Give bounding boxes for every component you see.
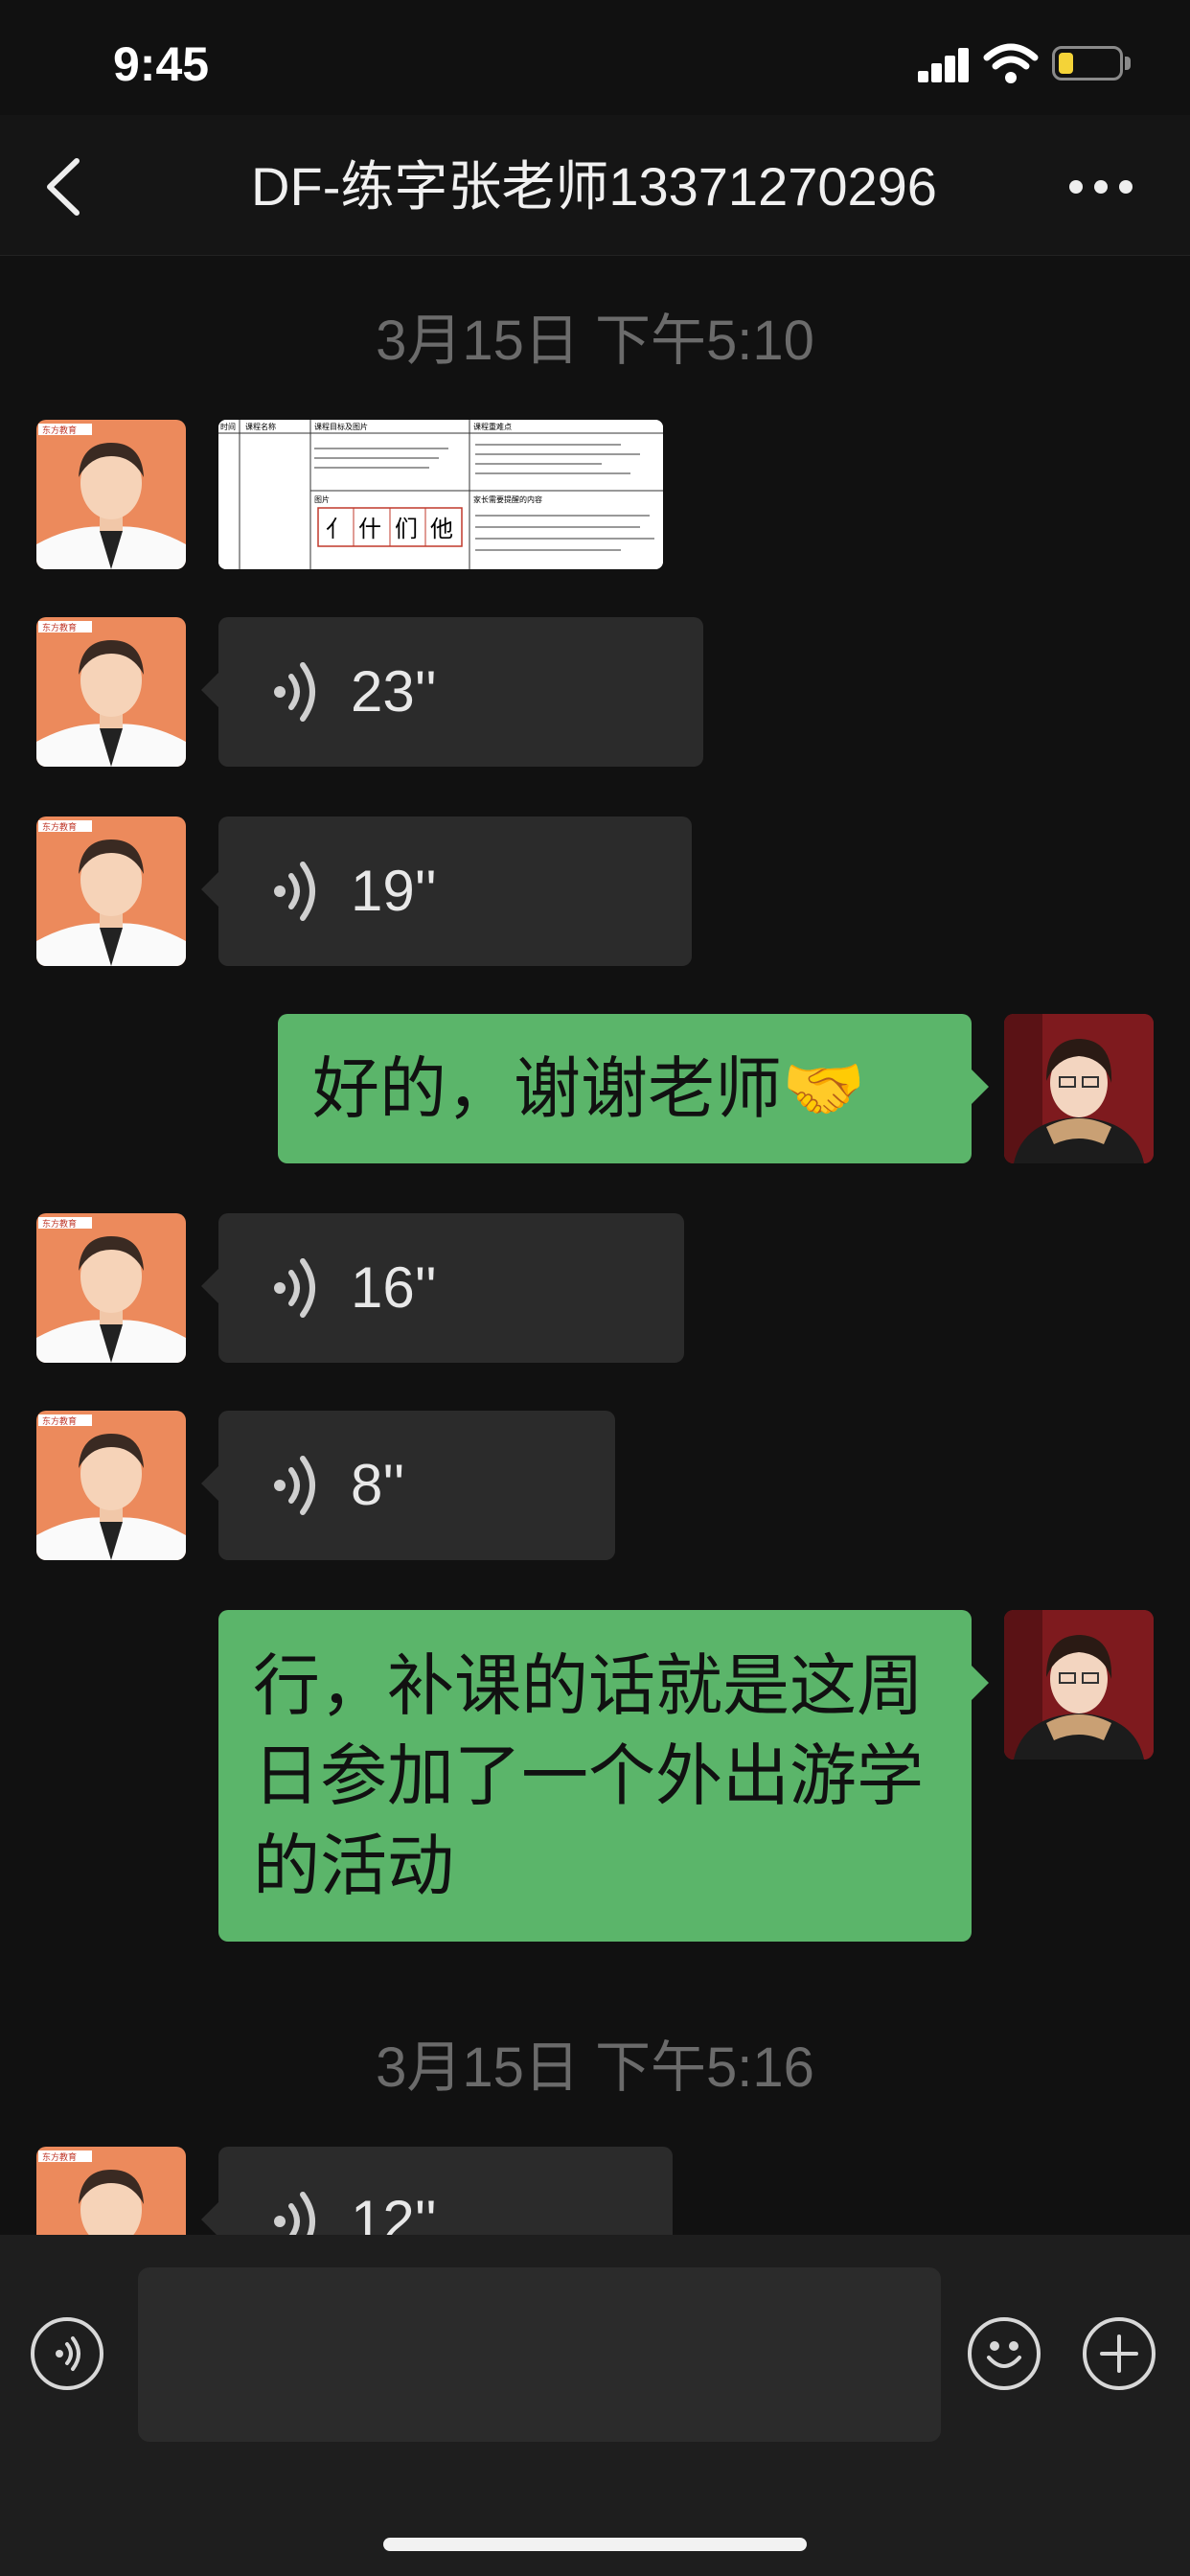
teacher-portrait-icon: 东方教育 xyxy=(36,1414,186,1560)
svg-text:东方教育: 东方教育 xyxy=(42,2151,77,2163)
table-header: 课程重难点 xyxy=(473,422,512,431)
teacher-avatar[interactable]: 东方教育 xyxy=(36,816,186,966)
svg-text:东方教育: 东方教育 xyxy=(42,622,77,633)
message-text: 行，补课的话就是这周日参加了一个外出游学的活动 xyxy=(253,1648,924,1903)
timestamp: 3月15日 下午5:16 xyxy=(376,2036,814,2099)
svg-text:东方教育: 东方教育 xyxy=(42,1415,77,1427)
teacher-portrait-icon: 东方教育 xyxy=(36,424,186,569)
table-label: 家长需要提醒的内容 xyxy=(473,494,542,504)
my-avatar[interactable] xyxy=(1004,1014,1154,1163)
voice-wave-icon xyxy=(274,1258,315,1318)
status-time: 9:45 xyxy=(113,37,210,91)
table-char: 什 xyxy=(358,516,381,542)
course-table-thumbnail: 时间 课程名称 课程目标及图片 课程重难点 图片 亻 什 们 他 家长需要提醒的… xyxy=(218,420,663,569)
battery-tip xyxy=(1125,57,1131,70)
teacher-avatar[interactable]: 东方教育 xyxy=(36,420,186,569)
svg-text:东方教育: 东方教育 xyxy=(42,1218,77,1230)
cellular-signal-icon xyxy=(918,48,970,82)
teacher-portrait-icon: 东方教育 xyxy=(36,820,186,966)
voice-wave-icon xyxy=(274,862,315,921)
table-char: 们 xyxy=(395,516,418,542)
self-portrait-icon xyxy=(1004,1014,1154,1163)
voice-duration: 23'' xyxy=(351,659,437,724)
more-options-icon[interactable] xyxy=(1064,172,1140,201)
teacher-portrait-icon: 东方教育 xyxy=(36,1217,186,1363)
voice-message[interactable]: 19'' xyxy=(201,816,692,966)
svg-text:东方教育: 东方教育 xyxy=(42,821,77,833)
battery-icon xyxy=(1052,46,1123,80)
emoji-icon[interactable] xyxy=(968,2317,1041,2390)
table-header: 时间 xyxy=(220,422,236,431)
back-chevron-icon[interactable] xyxy=(38,153,96,220)
voice-duration: 8'' xyxy=(351,1453,405,1517)
voice-wave-icon xyxy=(274,1456,315,1515)
voice-input-icon[interactable] xyxy=(31,2317,103,2390)
wifi-icon xyxy=(983,43,1039,83)
avatar-brand-text: 东方教育 xyxy=(42,425,77,436)
voice-message[interactable]: 23'' xyxy=(201,617,703,767)
image-message[interactable]: 时间 课程名称 课程目标及图片 课程重难点 图片 亻 什 们 他 家长需要提醒的… xyxy=(218,420,663,569)
teacher-avatar[interactable]: 东方教育 xyxy=(36,617,186,767)
voice-wave-icon xyxy=(274,662,315,722)
table-label: 图片 xyxy=(314,494,330,504)
chat-title: DF-练字张老师13371270296 xyxy=(251,156,937,217)
voice-message[interactable]: 8'' xyxy=(201,1411,615,1560)
sent-text-message[interactable]: 行，补课的话就是这周日参加了一个外出游学的活动 xyxy=(218,1610,989,1942)
voice-message[interactable]: 16'' xyxy=(201,1213,684,1363)
table-header: 课程目标及图片 xyxy=(314,422,368,431)
teacher-avatar[interactable]: 东方教育 xyxy=(36,1411,186,1560)
voice-duration: 19'' xyxy=(351,859,437,923)
message-text: 好的，谢谢老师🤝 xyxy=(312,1051,866,1126)
home-indicator xyxy=(383,2538,807,2551)
timestamp: 3月15日 下午5:10 xyxy=(376,310,814,372)
my-avatar[interactable] xyxy=(1004,1610,1154,1760)
battery-level xyxy=(1059,53,1073,74)
table-char: 亻 xyxy=(326,516,349,542)
teacher-portrait-icon: 东方教育 xyxy=(36,621,186,767)
table-header: 课程名称 xyxy=(245,422,276,431)
message-input[interactable] xyxy=(138,2267,941,2442)
self-portrait-icon xyxy=(1004,1610,1154,1760)
teacher-avatar[interactable]: 东方教育 xyxy=(36,1213,186,1363)
table-char: 他 xyxy=(430,516,453,542)
sent-text-message[interactable]: 好的，谢谢老师🤝 xyxy=(278,1014,989,1163)
voice-duration: 16'' xyxy=(351,1255,437,1320)
add-plus-icon[interactable] xyxy=(1083,2317,1156,2390)
